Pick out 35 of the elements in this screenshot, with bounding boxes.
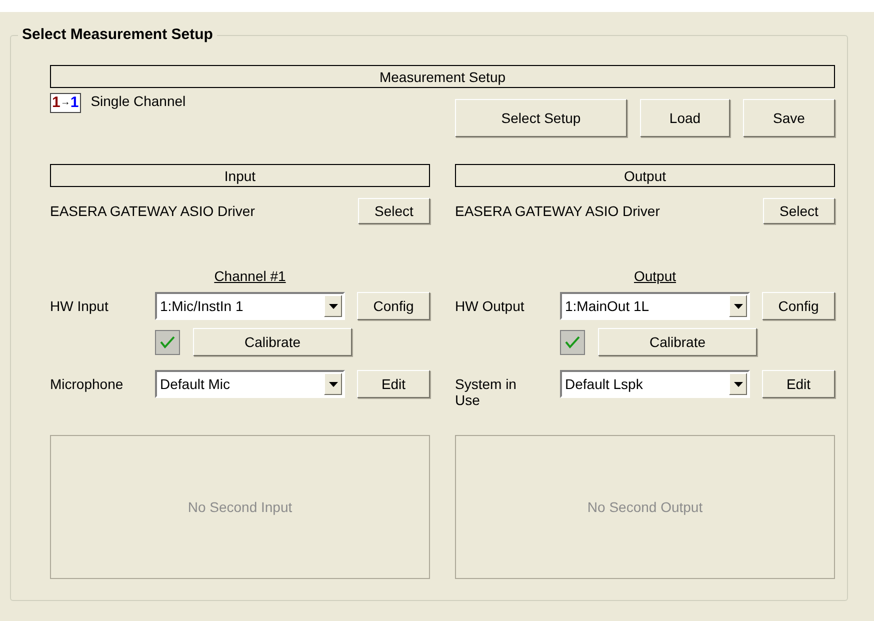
field-label: HW Input [50,297,110,314]
dropdown-field[interactable]: Default Mic [155,370,345,398]
field-label: Microphone [50,375,124,392]
row-button[interactable]: Config [762,292,835,320]
select-button[interactable]: Select [358,198,430,224]
channel-title: Channel #1 [214,268,286,286]
setup-button[interactable]: Load [640,99,730,137]
driver-name: EASERA GATEWAY ASIO Driver [50,203,255,219]
channel-mode-icon: 1→1 [50,93,81,113]
row-button[interactable]: Edit [357,370,430,398]
row-button[interactable]: Edit [762,370,835,398]
empty-panel-text: No Second Input [188,499,292,515]
section-header: Output [455,164,835,187]
dropdown-field[interactable]: 1:Mic/InstIn 1 [155,292,345,320]
checkbox[interactable] [560,330,585,354]
calibrate-button[interactable]: Calibrate [193,328,352,356]
group-title: Select Measurement Setup [18,26,217,43]
section-header: Input [50,164,430,187]
empty-panel-text: No Second Output [587,499,703,515]
setup-button[interactable]: Save [743,99,835,137]
calibrate-button[interactable]: Calibrate [598,328,757,356]
channel-title: Output [634,268,676,286]
row-button[interactable]: Config [357,292,430,320]
driver-name: EASERA GATEWAY ASIO Driver [455,203,660,219]
channel-mode-label: Single Channel [90,93,186,109]
checkmark-icon [564,334,581,350]
setup-button[interactable]: Select Setup [455,99,627,137]
field-label: System in Use [455,375,518,408]
checkmark-icon [159,334,176,350]
checkbox[interactable] [155,330,180,354]
select-button[interactable]: Select [763,198,835,224]
dropdown-field[interactable]: Default Lspk [560,370,750,398]
section-header: Measurement Setup [50,65,835,88]
dropdown-field[interactable]: 1:MainOut 1L [560,292,750,320]
field-label: HW Output [455,297,526,314]
